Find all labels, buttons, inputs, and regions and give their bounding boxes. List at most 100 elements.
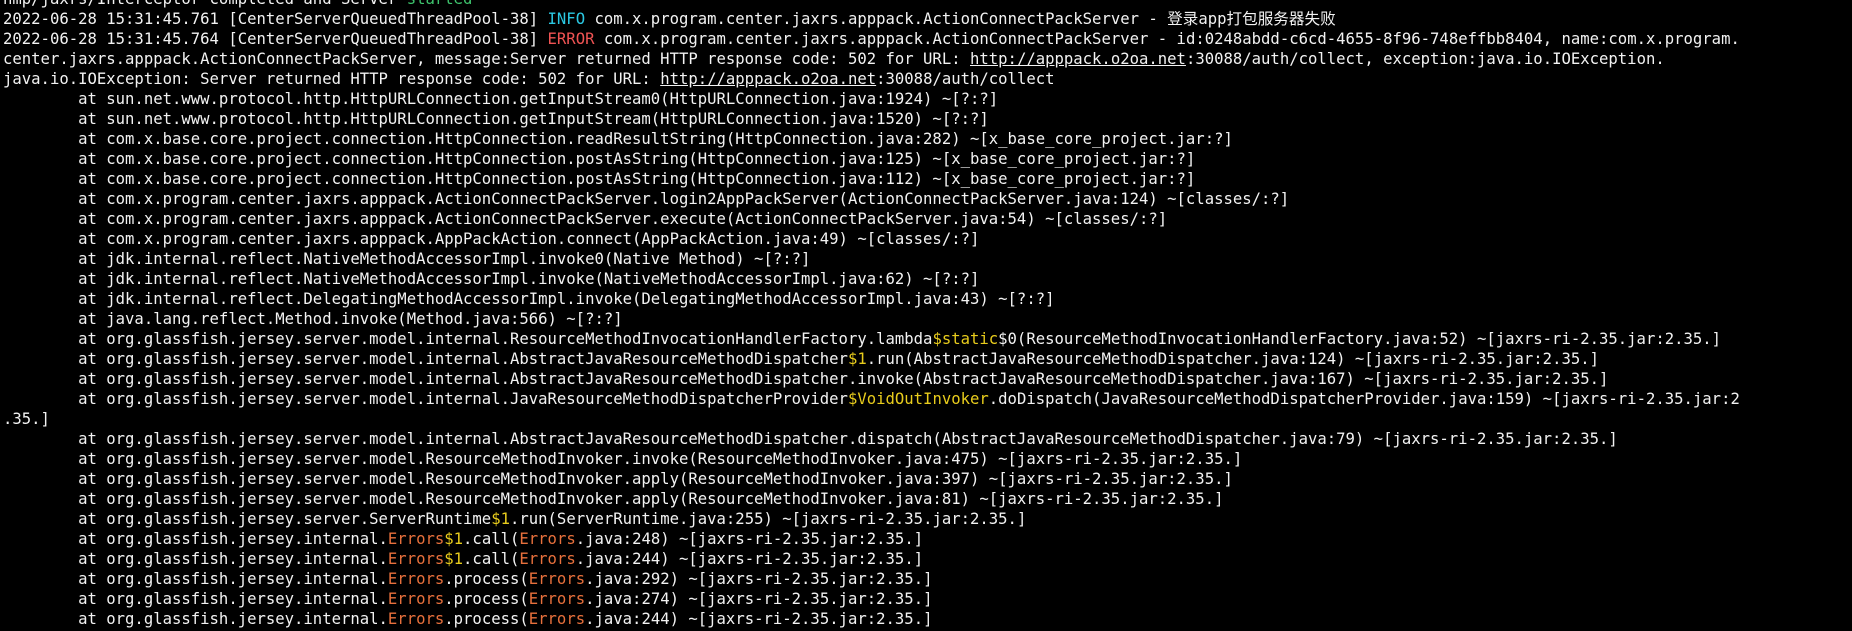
log-text: at com.x.program.center.jaxrs.apppack.Ap… <box>3 230 980 248</box>
log-text: nmp/jaxrs/Interceptor completed and Serv… <box>3 0 407 8</box>
highlight-token: Errors <box>387 530 445 548</box>
log-text: at com.x.base.core.project.connection.Ht… <box>3 150 1196 168</box>
log-text: .process( <box>444 610 529 628</box>
status-started: started <box>407 0 473 8</box>
log-text: at com.x.program.center.jaxrs.apppack.Ac… <box>3 190 1290 208</box>
log-text: .process( <box>444 570 529 588</box>
url-link[interactable]: http://apppack.o2oa.net <box>660 70 876 88</box>
log-text: .35.] <box>3 410 50 428</box>
log-line: at sun.net.www.protocol.http.HttpURLConn… <box>3 89 1852 109</box>
log-text: :30088/auth/collect, exception:java.io.I… <box>1185 50 1665 68</box>
log-line: at jdk.internal.reflect.NativeMethodAcce… <box>3 269 1852 289</box>
highlight-token: Errors <box>387 550 445 568</box>
log-text: at org.glassfish.jersey.internal. <box>3 610 388 628</box>
highlight-token: Errors <box>387 570 445 588</box>
log-text: com.x.program.center.jaxrs.apppack.Actio… <box>594 30 1740 48</box>
log-text: java.io.IOException: Server returned HTT… <box>3 70 661 88</box>
log-line: at org.glassfish.jersey.internal.Errors.… <box>3 609 1852 629</box>
log-line: 2022-06-28 15:31:45.764 [CenterServerQue… <box>3 29 1852 49</box>
log-line: .35.] <box>3 409 1852 429</box>
highlight-token: Errors <box>519 530 576 548</box>
terminal-output[interactable]: nmp/jaxrs/Interceptor completed and Serv… <box>0 0 1852 631</box>
log-text: $0(ResourceMethodInvocationHandlerFactor… <box>998 330 1722 348</box>
log-line: at org.glassfish.jersey.internal.Errors$… <box>3 549 1852 569</box>
log-line: at org.glassfish.jersey.server.ServerRun… <box>3 509 1852 529</box>
log-text: at org.glassfish.jersey.server.model.int… <box>3 430 1618 448</box>
log-line: at org.glassfish.jersey.server.model.int… <box>3 369 1852 389</box>
log-text: at jdk.internal.reflect.NativeMethodAcce… <box>3 270 980 288</box>
log-text: at com.x.base.core.project.connection.Ht… <box>3 130 1233 148</box>
log-line: at org.glassfish.jersey.internal.Errors.… <box>3 589 1852 609</box>
log-text: at org.glassfish.jersey.server.model.Res… <box>3 450 1243 468</box>
log-text: at com.x.base.core.project.connection.Ht… <box>3 170 1196 188</box>
url-link[interactable]: http://apppack.o2oa.net <box>970 50 1186 68</box>
log-text: at jdk.internal.reflect.DelegatingMethod… <box>3 290 1055 308</box>
log-line: at com.x.base.core.project.connection.Ht… <box>3 129 1852 149</box>
log-line: at org.glassfish.jersey.server.model.Res… <box>3 469 1852 489</box>
log-text: .call( <box>463 530 520 548</box>
highlight-token: $1 <box>491 510 510 528</box>
log-line: java.io.IOException: Server returned HTT… <box>3 69 1852 89</box>
highlight-token: Errors <box>387 590 445 608</box>
log-line: at org.glassfish.jersey.server.model.int… <box>3 429 1852 449</box>
log-line: at org.glassfish.jersey.server.model.Res… <box>3 489 1852 509</box>
log-line: nmp/jaxrs/Interceptor completed and Serv… <box>3 0 1852 9</box>
log-line: at com.x.base.core.project.connection.Ht… <box>3 169 1852 189</box>
log-text: at org.glassfish.jersey.server.model.Res… <box>3 470 1233 488</box>
log-lines: nmp/jaxrs/Interceptor completed and Serv… <box>3 0 1852 631</box>
log-line: at com.x.program.center.jaxrs.apppack.Ac… <box>3 189 1852 209</box>
log-text: at org.glassfish.jersey.server.model.int… <box>3 390 848 408</box>
highlight-token: Errors <box>519 550 576 568</box>
log-text: .run(AbstractJavaResourceMethodDispatche… <box>866 350 1600 368</box>
log-text: at com.x.program.center.jaxrs.apppack.Ac… <box>3 210 1168 228</box>
log-text: at org.glassfish.jersey.server.model.Res… <box>3 490 1224 508</box>
log-line: at com.x.program.center.jaxrs.apppack.Ap… <box>3 229 1852 249</box>
highlight-token: Errors <box>528 610 586 628</box>
log-text: at org.glassfish.jersey.server.model.int… <box>3 370 1609 388</box>
highlight-token: Errors <box>387 610 445 628</box>
log-line: at org.glassfish.jersey.server.model.int… <box>3 389 1852 409</box>
log-text: at org.glassfish.jersey.server.model.int… <box>3 350 848 368</box>
log-line: at sun.net.www.protocol.http.HttpURLConn… <box>3 109 1852 129</box>
log-text: at org.glassfish.jersey.server.ServerRun… <box>3 510 492 528</box>
highlight-token: $1 <box>444 550 464 568</box>
log-text: .run(ServerRuntime.java:255) ~[jaxrs-ri-… <box>509 510 1027 528</box>
log-text: .java:292) ~[jaxrs-ri-2.35.jar:2.35.] <box>585 570 933 588</box>
log-text: .process( <box>444 590 529 608</box>
log-text: at sun.net.www.protocol.http.HttpURLConn… <box>3 90 999 108</box>
log-text: 2022-06-28 15:31:45.764 [CenterServerQue… <box>3 30 548 48</box>
log-text: com.x.program.center.jaxrs.apppack.Actio… <box>585 10 1336 28</box>
log-text: .java:248) ~[jaxrs-ri-2.35.jar:2.35.] <box>575 530 924 548</box>
log-text: at org.glassfish.jersey.internal. <box>3 590 388 608</box>
log-line: at org.glassfish.jersey.server.model.int… <box>3 329 1852 349</box>
log-text: .java:274) ~[jaxrs-ri-2.35.jar:2.35.] <box>585 590 933 608</box>
log-text: at sun.net.www.protocol.http.HttpURLConn… <box>3 110 989 128</box>
highlight-token: $1 <box>847 350 867 368</box>
log-line: at org.glassfish.jersey.server.model.int… <box>3 349 1852 369</box>
log-line: at org.glassfish.jersey.server.model.Res… <box>3 449 1852 469</box>
log-text: .java:244) ~[jaxrs-ri-2.35.jar:2.35.] <box>585 610 933 628</box>
log-text: center.jaxrs.apppack.ActionConnectPackSe… <box>3 50 970 68</box>
highlight-token: Errors <box>528 590 586 608</box>
log-text: at org.glassfish.jersey.internal. <box>3 570 388 588</box>
log-line: at org.glassfish.jersey.internal.Errors$… <box>3 529 1852 549</box>
log-line: center.jaxrs.apppack.ActionConnectPackSe… <box>3 49 1852 69</box>
log-level-info: INFO <box>547 10 586 28</box>
log-text: .doDispatch(JavaResourceMethodDispatcher… <box>988 390 1740 408</box>
log-line: at jdk.internal.reflect.NativeMethodAcce… <box>3 249 1852 269</box>
log-text: .java:244) ~[jaxrs-ri-2.35.jar:2.35.] <box>575 550 924 568</box>
log-text: .call( <box>463 550 520 568</box>
log-text: at jdk.internal.reflect.NativeMethodAcce… <box>3 250 811 268</box>
log-text: at java.lang.reflect.Method.invoke(Metho… <box>3 310 623 328</box>
log-line: at jdk.internal.reflect.DelegatingMethod… <box>3 289 1852 309</box>
log-line: at org.glassfish.jersey.internal.Errors.… <box>3 569 1852 589</box>
highlight-token: Errors <box>528 570 586 588</box>
log-text: :30088/auth/collect <box>876 70 1055 88</box>
log-text: at org.glassfish.jersey.internal. <box>3 530 388 548</box>
log-line: at java.lang.reflect.Method.invoke(Metho… <box>3 309 1852 329</box>
log-text: at org.glassfish.jersey.server.model.int… <box>3 330 933 348</box>
log-line: 2022-06-28 15:31:45.761 [CenterServerQue… <box>3 9 1852 29</box>
highlight-token: $static <box>932 330 999 348</box>
log-text: 2022-06-28 15:31:45.761 [CenterServerQue… <box>3 10 548 28</box>
highlight-token: $1 <box>444 530 464 548</box>
